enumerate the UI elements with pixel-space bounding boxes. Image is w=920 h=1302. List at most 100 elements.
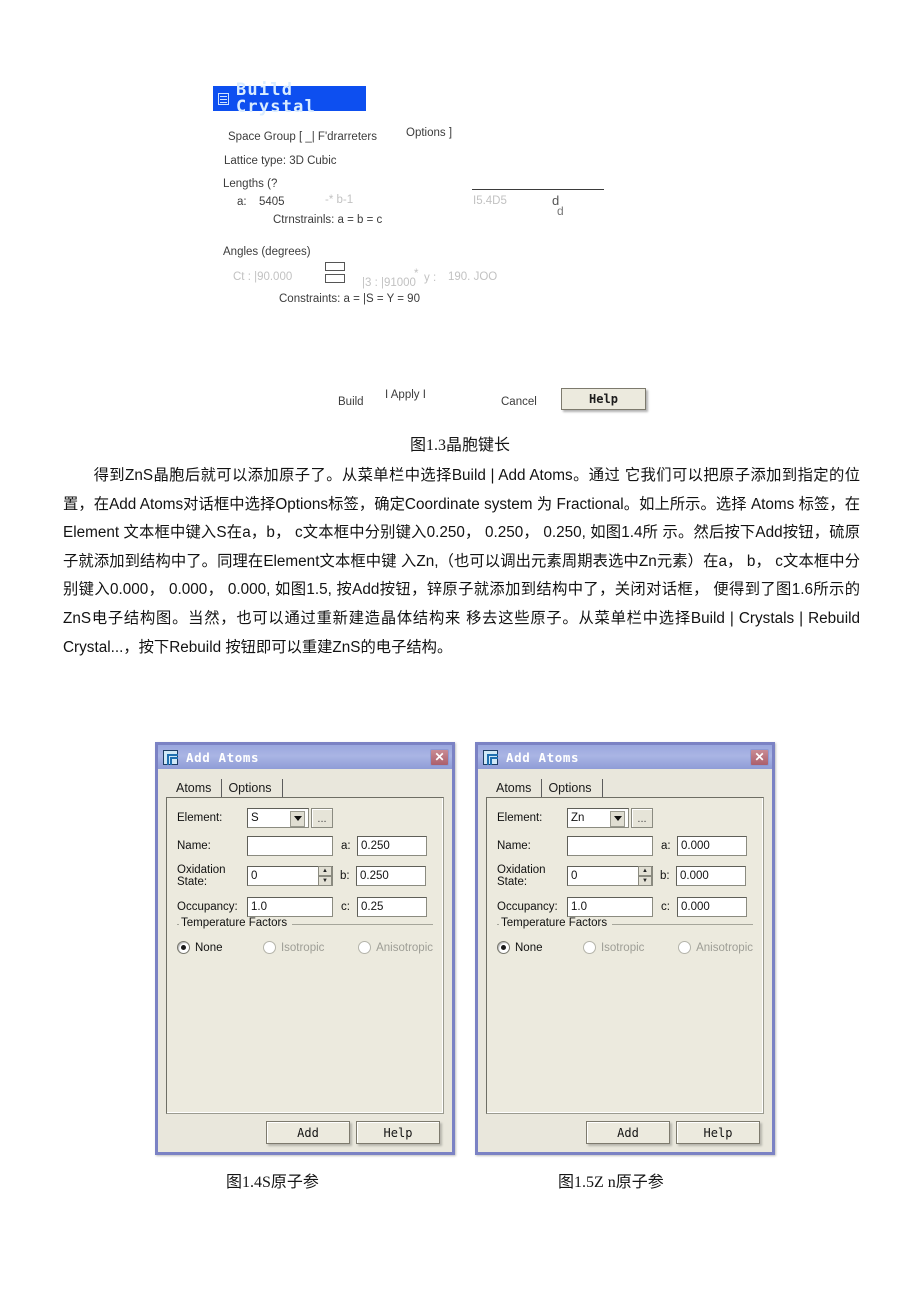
coord-b-input[interactable]: 0.250 xyxy=(356,866,426,886)
tab-atoms[interactable]: Atoms xyxy=(172,779,223,797)
coord-c-input[interactable]: 0.25 xyxy=(357,896,427,917)
occupancy-label: Occupancy: xyxy=(497,900,558,913)
temperature-factors-title: Temperature Factors xyxy=(499,917,613,929)
coord-a-input[interactable]: 0.000 xyxy=(677,835,747,856)
figure-1-4-caption: 图1.4S原子参 xyxy=(226,1174,319,1191)
dialog-tabs: Atoms Options xyxy=(166,777,444,797)
radio-dot-icon xyxy=(358,941,372,954)
temperature-factors-title: Temperature Factors xyxy=(179,917,293,929)
coord-b-label: b: xyxy=(660,870,670,882)
angle-spinner-icon[interactable] xyxy=(325,262,345,284)
apply-button[interactable]: I Apply I xyxy=(385,389,426,401)
angle-constraints-label: Constraints: a = |S = Y = 90 xyxy=(279,293,420,305)
help-button[interactable]: Help xyxy=(356,1121,440,1144)
cancel-button[interactable]: Cancel xyxy=(501,396,537,408)
lattice-c-field-rule xyxy=(472,189,604,190)
lattice-b-value[interactable]: -* b-1 xyxy=(325,194,353,206)
close-icon[interactable]: ✕ xyxy=(750,748,769,766)
tab-options[interactable]: Options xyxy=(542,779,603,797)
element-browse-button[interactable]: ... xyxy=(631,807,653,828)
add-atoms-dialog-zn[interactable]: Add Atoms ✕ Atoms Options Element: Zn ..… xyxy=(475,742,775,1155)
angles-header: Angles (degrees) xyxy=(223,246,311,258)
coord-a-label: a: xyxy=(661,839,671,852)
oxidation-state-label: Oxidation State: xyxy=(497,864,546,888)
radio-anisotropic[interactable]: Anisotropic xyxy=(678,941,753,954)
dialog-buttons: Add Help xyxy=(486,1114,764,1146)
radio-anisotropic-label: Anisotropic xyxy=(696,941,753,954)
tab-space-group[interactable]: Space Group [ _| F'drarreters xyxy=(228,131,377,143)
radio-none-label: None xyxy=(195,941,223,954)
lattice-c-value[interactable]: I5.4D5 xyxy=(473,195,507,207)
coord-b-input[interactable]: 0.000 xyxy=(676,866,746,886)
radio-none-label: None xyxy=(515,941,543,954)
help-button[interactable]: Help xyxy=(676,1121,760,1144)
angle-gamma-prefix: * xyxy=(414,268,419,280)
name-label: Name: xyxy=(177,839,211,852)
tab-options[interactable]: Options xyxy=(222,779,283,797)
window-list-icon xyxy=(218,92,229,105)
figure-1-3-caption: 图1.3晶胞键长 xyxy=(409,437,510,454)
angle-gamma-value[interactable]: 190. JOO xyxy=(448,271,497,283)
name-input[interactable] xyxy=(247,835,333,856)
radio-isotropic[interactable]: Isotropic xyxy=(262,941,324,954)
angle-alpha-value[interactable]: Ct : |90.000 xyxy=(233,271,292,283)
element-row: Element: Zn ... xyxy=(497,807,753,828)
radio-none[interactable]: None xyxy=(497,941,543,954)
build-crystal-title-text: Build Crystal xyxy=(236,79,317,117)
help-button[interactable]: Help xyxy=(561,388,646,410)
chevron-down-icon[interactable] xyxy=(610,810,625,827)
body-text: 得到ZnS晶胞后就可以添加原子了。从菜单栏中选择Build | Add Atom… xyxy=(63,462,860,662)
length-constraints-label: Ctrnstrainls: a = b = c xyxy=(273,214,383,226)
body-paragraph: 得到ZnS晶胞后就可以添加原子了。从菜单栏中选择Build | Add Atom… xyxy=(63,467,860,656)
build-button[interactable]: Build xyxy=(338,396,364,408)
lattice-c-unit-2: d xyxy=(557,204,564,218)
add-button[interactable]: Add xyxy=(266,1121,350,1144)
occupancy-input[interactable]: 1.0 xyxy=(247,896,333,917)
coord-c-input[interactable]: 0.000 xyxy=(677,896,747,917)
radio-none[interactable]: None xyxy=(177,941,223,954)
radio-anisotropic[interactable]: Anisotropic xyxy=(358,941,433,954)
oxidation-state-stepper[interactable]: ▲ ▼ xyxy=(638,866,652,886)
close-icon[interactable]: ✕ xyxy=(430,748,449,766)
build-crystal-titlebar: Build Crystal xyxy=(213,81,366,115)
radio-isotropic[interactable]: Isotropic xyxy=(582,941,645,954)
tab-options[interactable]: Options ] xyxy=(406,127,452,139)
coord-b-label: b: xyxy=(340,870,350,882)
atoms-panel: Element: Zn ... Name: a: 0.000 Oxidation… xyxy=(486,797,764,1114)
oxidation-state-label: Oxidation State: xyxy=(177,864,226,888)
dialog-tabs: Atoms Options xyxy=(486,777,764,797)
coord-c-label: c: xyxy=(341,900,350,913)
dialog-titlebar[interactable]: Add Atoms ✕ xyxy=(158,745,452,769)
coord-a-input[interactable]: 0.250 xyxy=(357,835,427,856)
lattice-a-label: a: xyxy=(237,196,247,208)
dialog-body: Atoms Options Element: Zn ... Name: a: 0… xyxy=(478,769,772,1152)
occupancy-input[interactable]: 1.0 xyxy=(567,896,653,917)
add-atoms-dialog-s[interactable]: Add Atoms ✕ Atoms Options Element: S ...… xyxy=(155,742,455,1155)
chevron-down-icon[interactable] xyxy=(290,810,305,827)
oxidation-state-row: Oxidation State: 0 ▲ ▼ b: 0.000 xyxy=(497,863,753,889)
cascade-window-icon xyxy=(163,749,178,765)
angle-beta-value[interactable]: |3 : |91000 xyxy=(362,277,416,289)
temperature-factors-group: Temperature Factors None Isotropic Aniso… xyxy=(497,917,753,954)
radio-dot-icon xyxy=(678,941,692,954)
element-label: Element: xyxy=(497,811,543,824)
angle-gamma-label: y : xyxy=(424,272,437,284)
figure-build-crystal: Build Crystal Space Group [ _| F'drarret… xyxy=(0,0,920,425)
lengths-header: Lengths (? xyxy=(223,178,278,190)
temperature-factors-radios: None Isotropic Anisotropic xyxy=(177,937,433,954)
lattice-a-value[interactable]: 5405 xyxy=(259,196,285,208)
add-button[interactable]: Add xyxy=(586,1121,670,1144)
oxidation-state-stepper[interactable]: ▲ ▼ xyxy=(318,866,332,886)
cascade-window-icon xyxy=(483,749,498,765)
dialog-titlebar[interactable]: Add Atoms ✕ xyxy=(478,745,772,769)
element-browse-button[interactable]: ... xyxy=(311,807,333,828)
coord-a-label: a: xyxy=(341,839,351,852)
name-input[interactable] xyxy=(567,835,653,856)
radio-dot-icon xyxy=(582,941,596,954)
radio-anisotropic-label: Anisotropic xyxy=(376,941,433,954)
radio-isotropic-label: Isotropic xyxy=(600,941,645,954)
tab-atoms[interactable]: Atoms xyxy=(492,779,543,797)
name-row: Name: a: 0.000 xyxy=(497,835,753,856)
figure-1-5-caption: 图1.5Z n原子参 xyxy=(558,1174,664,1191)
temperature-factors-radios: None Isotropic Anisotropic xyxy=(497,937,753,954)
